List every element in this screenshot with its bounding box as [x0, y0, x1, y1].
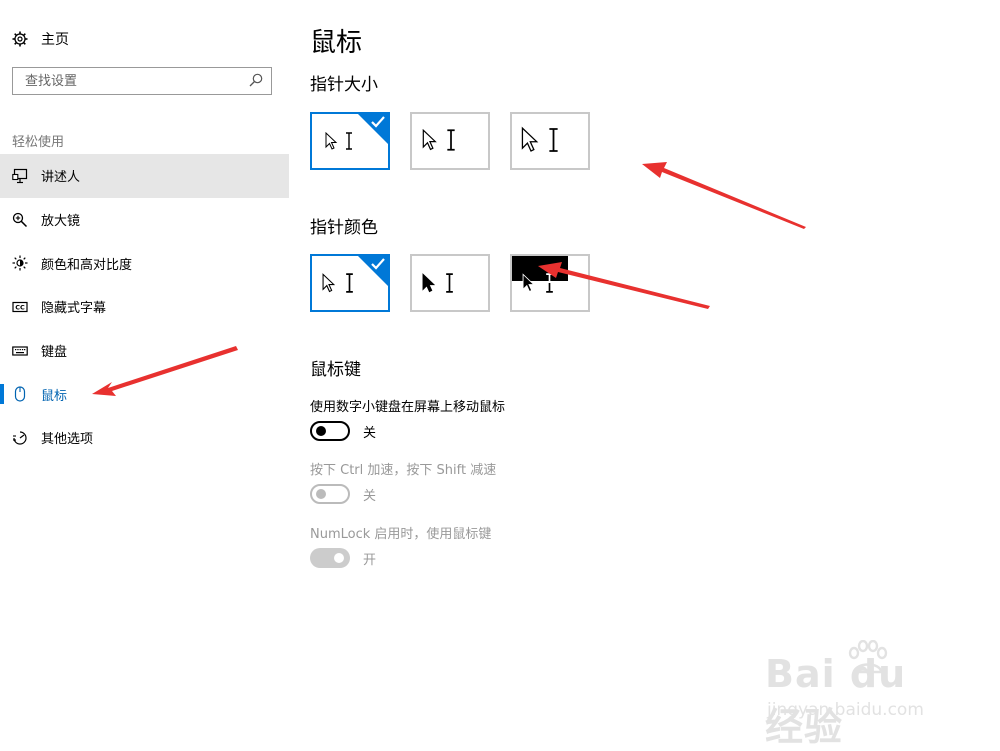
sidebar-item-label: 隐藏式字幕 — [41, 301, 107, 317]
toggle-state: 关 — [363, 488, 377, 504]
toggle-switch[interactable] — [310, 421, 350, 441]
arrow-pointer-icon — [422, 273, 436, 293]
sidebar-nav: 讲述人 放大镜 颜色和高对比度 CC 隐藏式字幕 键盘 鼠标 其他选项 — [0, 154, 289, 460]
toggle-state: 关 — [363, 425, 377, 441]
pointer-color-title: 指针颜色 — [310, 218, 378, 238]
text-cursor-icon — [346, 132, 352, 150]
sidebar-item-mouse[interactable]: 鼠标 — [0, 372, 289, 416]
sidebar-item-label: 键盘 — [41, 345, 68, 361]
text-cursor-icon — [549, 128, 558, 152]
other-options-icon — [12, 430, 28, 446]
sidebar: 主页 轻松使用 讲述人 放大镜 颜色和高对比度 — [0, 0, 289, 742]
brightness-icon — [12, 255, 28, 271]
home-link[interactable]: 主页 — [12, 28, 69, 50]
numlock-mouse-keys-label: NumLock 启用时，使用鼠标键 — [310, 527, 492, 542]
pointer-color-options — [310, 254, 590, 312]
sidebar-item-keyboard[interactable]: 键盘 — [0, 329, 289, 373]
search-input[interactable] — [23, 72, 227, 90]
sidebar-item-color-contrast[interactable]: 颜色和高对比度 — [0, 241, 289, 285]
arrow-pointer-icon — [522, 273, 535, 293]
toggle-switch[interactable] — [310, 484, 350, 504]
numlock-mouse-keys-toggle[interactable]: 开 — [310, 548, 376, 568]
sidebar-item-magnifier[interactable]: 放大镜 — [0, 198, 289, 242]
inverted-preview-block — [512, 256, 568, 281]
sidebar-item-label: 鼠标 — [41, 388, 68, 404]
pointer-color-option-white[interactable] — [310, 254, 390, 312]
closed-caption-icon: CC — [12, 299, 28, 315]
mouse-icon — [12, 386, 28, 402]
pointer-size-options — [310, 112, 590, 170]
pointer-size-option-medium[interactable] — [410, 112, 490, 170]
pointer-color-option-black[interactable] — [410, 254, 490, 312]
pointer-color-option-inverted[interactable] — [510, 254, 590, 312]
baidu-watermark: Bai du 经验 jingyan.baidu.com — [765, 640, 955, 749]
sidebar-item-other-options[interactable]: 其他选项 — [0, 416, 289, 460]
checkmark-icon — [371, 258, 385, 270]
search-icon[interactable] — [249, 72, 263, 91]
text-cursor-icon — [546, 273, 553, 293]
sidebar-item-closed-captions[interactable]: CC 隐藏式字幕 — [0, 285, 289, 329]
text-cursor-icon — [446, 273, 453, 293]
arrow-pointer-icon — [322, 273, 336, 293]
toggle-state: 开 — [363, 552, 377, 568]
sidebar-item-label: 讲述人 — [41, 170, 81, 186]
narrator-icon — [12, 168, 28, 184]
search-box — [12, 67, 272, 95]
toggle-switch[interactable] — [310, 548, 350, 568]
home-label: 主页 — [41, 32, 69, 48]
text-cursor-icon — [346, 273, 353, 293]
page-title: 鼠标 — [310, 28, 363, 58]
watermark-url: jingyan.baidu.com — [767, 700, 924, 720]
pointer-size-title: 指针大小 — [310, 75, 378, 95]
mouse-keys-title: 鼠标键 — [310, 360, 361, 380]
ctrl-shift-speed-toggle[interactable]: 关 — [310, 484, 376, 504]
annotation-arrow-pointer-size — [642, 162, 806, 229]
arrow-pointer-icon — [521, 126, 539, 152]
keyboard-icon — [12, 343, 28, 359]
sidebar-item-narrator[interactable]: 讲述人 — [0, 154, 289, 198]
arrow-pointer-icon — [325, 132, 338, 150]
sidebar-item-label: 放大镜 — [41, 214, 81, 230]
sidebar-item-label: 颜色和高对比度 — [41, 257, 133, 273]
pointer-size-option-small[interactable] — [310, 112, 390, 170]
magnifier-icon — [12, 212, 28, 228]
svg-text:CC: CC — [15, 304, 25, 312]
section-label: 轻松使用 — [12, 135, 65, 150]
arrow-pointer-icon — [422, 129, 437, 151]
gear-icon — [12, 31, 28, 47]
pointer-size-option-large[interactable] — [510, 112, 590, 170]
ctrl-shift-speed-label: 按下 Ctrl 加速，按下 Shift 减速 — [310, 463, 497, 478]
mouse-keys-label: 使用数字小键盘在屏幕上移动鼠标 — [310, 400, 506, 415]
sidebar-item-label: 其他选项 — [41, 432, 94, 448]
text-cursor-icon — [447, 129, 455, 151]
checkmark-icon — [371, 116, 385, 128]
mouse-keys-toggle[interactable]: 关 — [310, 421, 376, 441]
